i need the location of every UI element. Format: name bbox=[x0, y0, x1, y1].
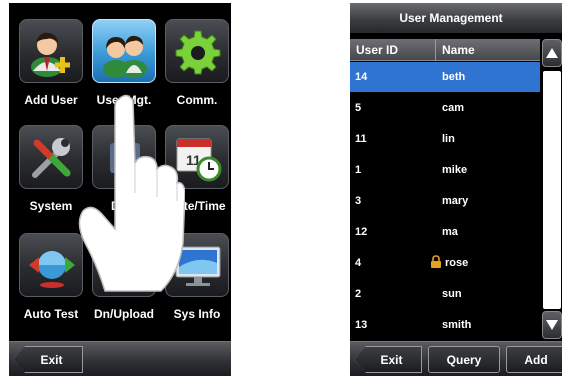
scrollbar[interactable] bbox=[540, 39, 562, 339]
add-user-icon bbox=[31, 32, 70, 77]
scroll-down-button[interactable] bbox=[542, 311, 562, 339]
lock-icon bbox=[431, 255, 441, 268]
dn-upload-label: Dn/Upload bbox=[94, 307, 154, 321]
arrow-up-icon bbox=[546, 48, 558, 58]
sys-info-label: Sys Info bbox=[173, 307, 221, 321]
user-list: 14 beth 5 cam 11 lin 1 mike 3 mary 12 ma… bbox=[350, 62, 540, 338]
scroll-up-button[interactable] bbox=[542, 39, 562, 67]
exit-button[interactable]: Exit bbox=[13, 346, 83, 373]
pointing-hand-icon bbox=[78, 94, 185, 292]
user-id-cell: 12 bbox=[355, 226, 368, 238]
table-row[interactable]: 11 lin bbox=[350, 124, 540, 154]
user-name-cell: mary bbox=[442, 195, 469, 207]
add-button[interactable]: Add bbox=[506, 346, 562, 373]
table-row[interactable]: 14 beth bbox=[350, 62, 540, 92]
user-id-cell: 13 bbox=[355, 319, 368, 331]
user-management-screen: User Management User ID Name 14 beth 5 c… bbox=[350, 3, 562, 376]
gear-icon bbox=[175, 30, 221, 75]
user-id-cell: 2 bbox=[355, 288, 362, 300]
user-name-text: rose bbox=[445, 257, 469, 269]
comm-tile[interactable] bbox=[165, 19, 229, 83]
auto-test-tile[interactable] bbox=[19, 233, 83, 297]
user-id-cell: 3 bbox=[355, 195, 362, 207]
scroll-track[interactable] bbox=[543, 71, 561, 309]
auto-test-icon bbox=[29, 251, 75, 288]
user-name-cell: lin bbox=[442, 133, 455, 145]
menu-bottom-bar: Exit bbox=[9, 341, 231, 376]
user-id-cell: 11 bbox=[355, 133, 367, 145]
user-name-cell: sun bbox=[442, 288, 462, 300]
table-header: User ID Name bbox=[350, 39, 540, 61]
user-name-cell: smith bbox=[442, 319, 472, 331]
main-menu-screen: Add User User Mgt. Comm. S bbox=[9, 3, 231, 376]
user-id-cell: 4 bbox=[355, 257, 362, 269]
exit-button[interactable]: Exit bbox=[354, 346, 422, 373]
user-name-cell: ma bbox=[442, 226, 458, 238]
tools-icon bbox=[32, 138, 71, 178]
table-row[interactable]: 3 mary bbox=[350, 186, 540, 216]
user-name-cell: rose bbox=[430, 248, 468, 278]
page-title: User Management bbox=[350, 3, 562, 33]
system-tile[interactable] bbox=[19, 125, 83, 189]
query-button[interactable]: Query bbox=[428, 346, 500, 373]
table-row[interactable]: 12 ma bbox=[350, 217, 540, 247]
user-name-cell: cam bbox=[442, 102, 465, 114]
user-id-cell: 5 bbox=[355, 102, 362, 114]
column-header-name: Name bbox=[442, 43, 475, 57]
add-user-tile[interactable] bbox=[19, 19, 83, 83]
user-id-cell: 1 bbox=[355, 164, 362, 176]
table-row[interactable]: 5 cam bbox=[350, 93, 540, 123]
table-row[interactable]: 1 mike bbox=[350, 155, 540, 185]
table-row[interactable]: 13 smith bbox=[350, 310, 540, 340]
table-row[interactable]: 4 rose bbox=[350, 248, 540, 278]
user-name-cell: beth bbox=[442, 71, 466, 83]
user-mgt-tile[interactable] bbox=[92, 19, 156, 83]
arrow-down-icon bbox=[546, 320, 558, 330]
user-name-cell: mike bbox=[442, 164, 468, 176]
column-header-user-id: User ID bbox=[350, 39, 436, 61]
user-mgt-icon bbox=[103, 35, 147, 77]
user-id-cell: 14 bbox=[355, 71, 368, 83]
table-row[interactable]: 2 sun bbox=[350, 279, 540, 309]
auto-test-label: Auto Test bbox=[23, 307, 79, 321]
user-bottom-bar: Exit Query Add bbox=[350, 341, 562, 376]
